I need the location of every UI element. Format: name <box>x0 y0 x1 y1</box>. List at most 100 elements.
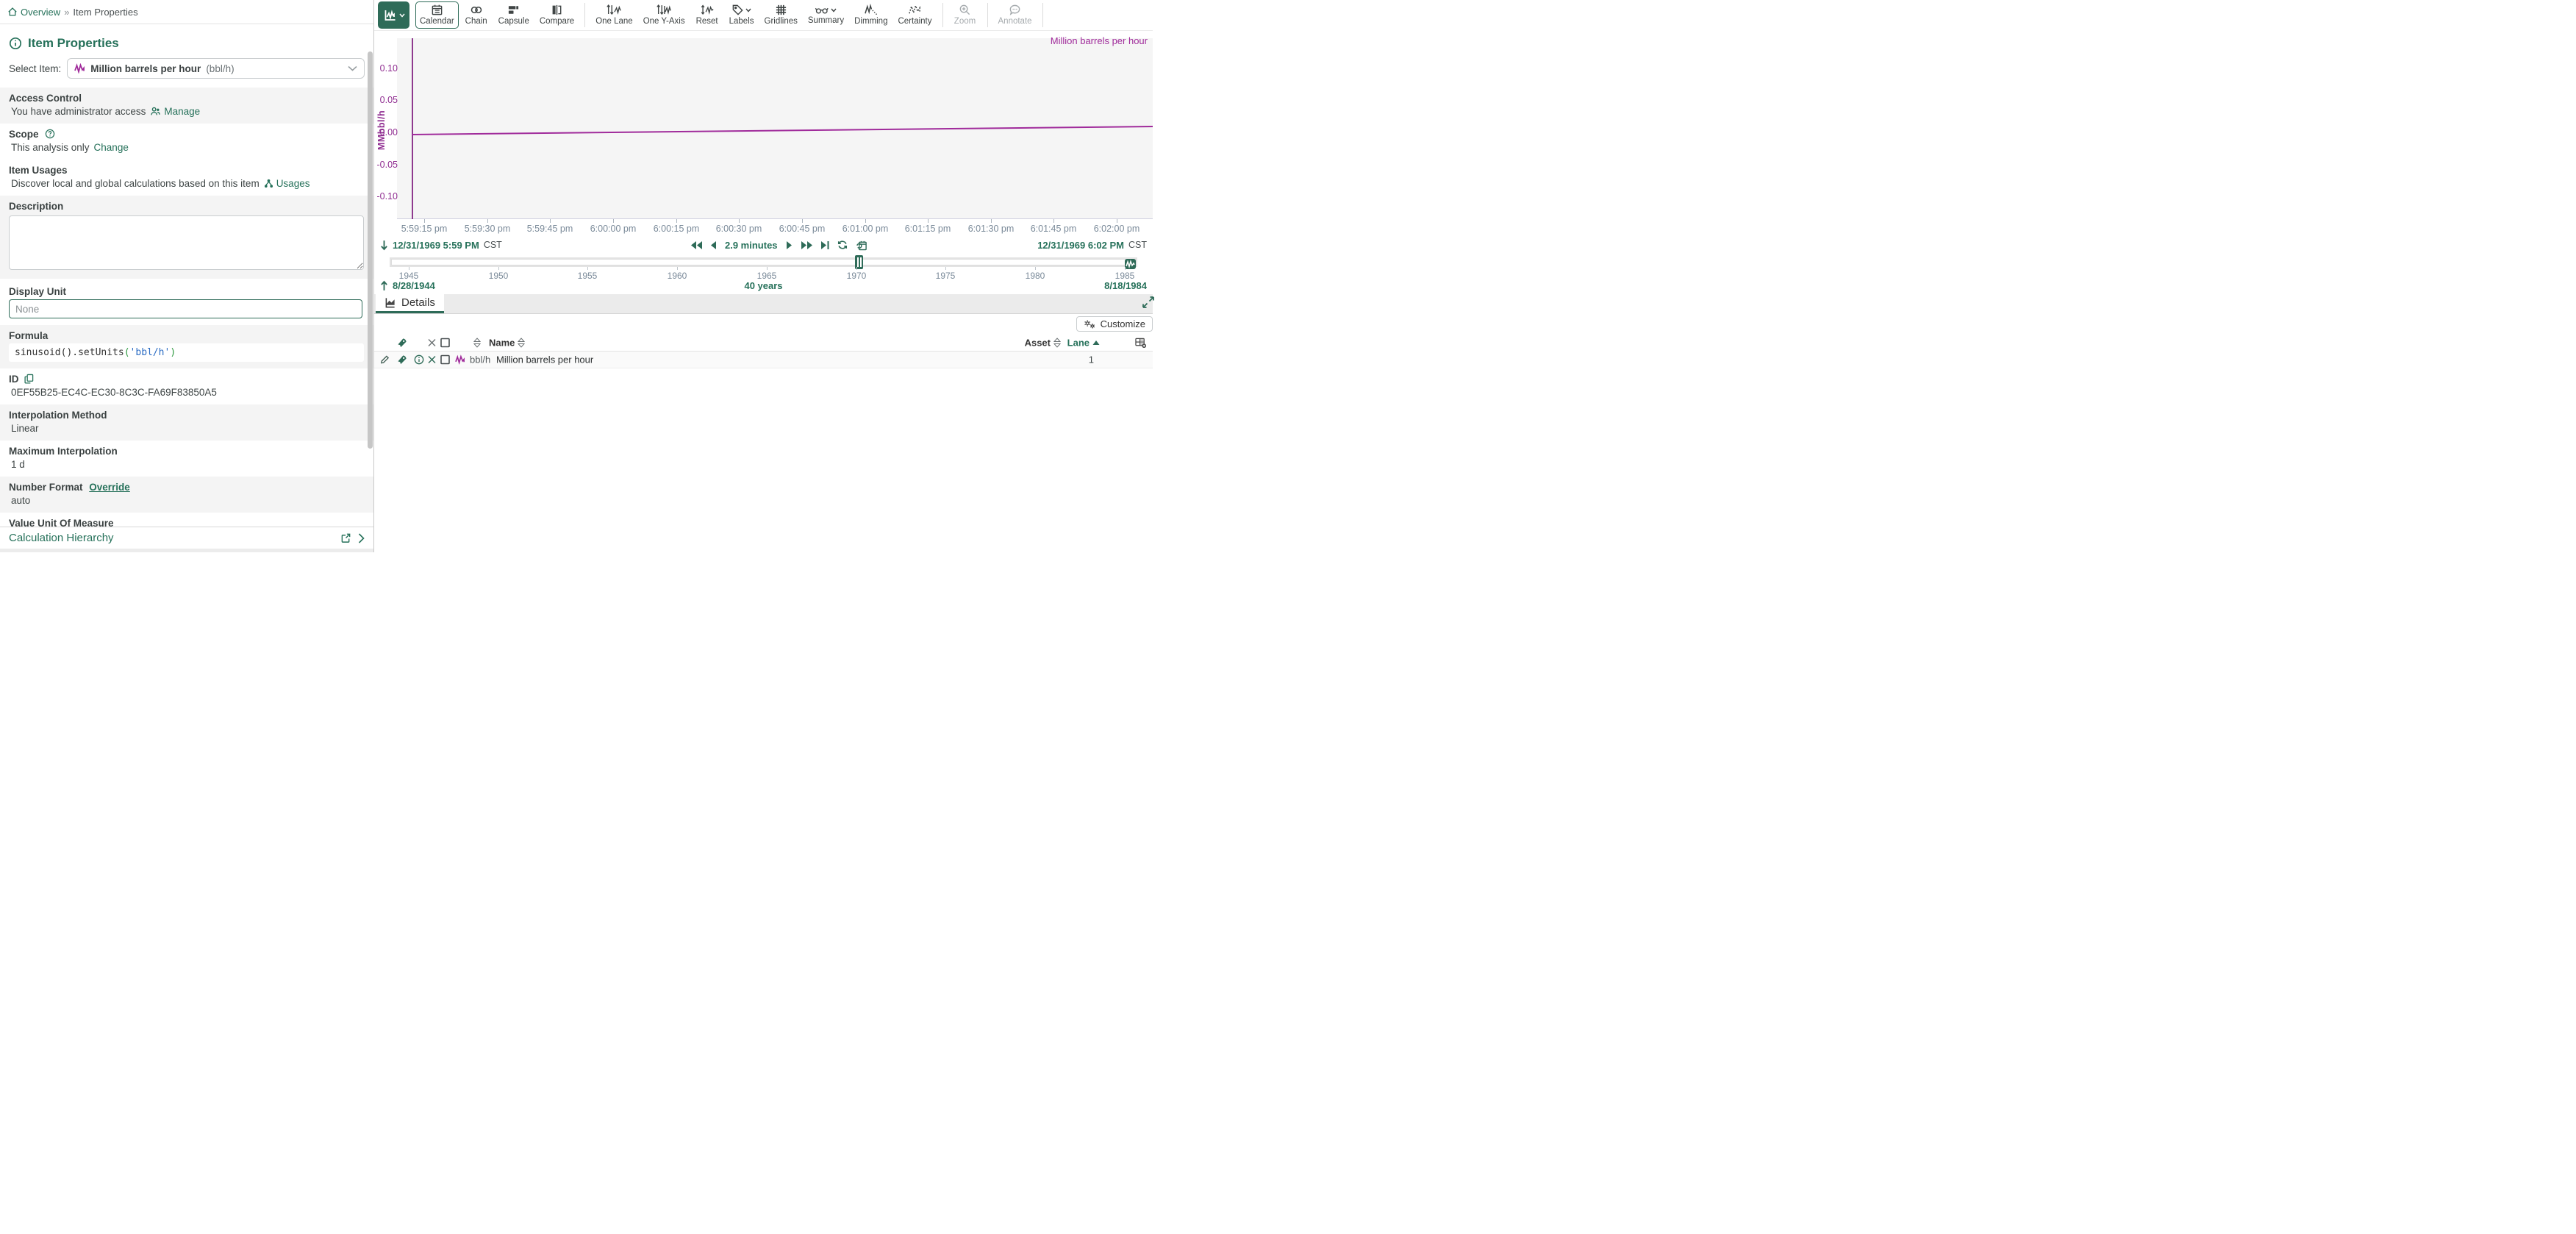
year-tick <box>677 267 678 270</box>
glasses-icon <box>815 5 829 15</box>
step-to-end-icon[interactable] <box>820 240 829 250</box>
timeline-track[interactable] <box>390 257 1137 267</box>
item-name[interactable]: Million barrels per hour <box>496 354 593 365</box>
details-chart-icon <box>384 297 396 308</box>
item-checkbox[interactable] <box>440 355 450 365</box>
timeline-duration[interactable]: 40 years <box>744 280 782 291</box>
x-tick-label: 5:59:15 pm <box>401 224 448 234</box>
number-format-override-link[interactable]: Override <box>89 482 130 493</box>
toolbar-button-labels[interactable]: Labels <box>725 1 759 29</box>
toolbar-button-chain[interactable]: Chain <box>460 1 493 29</box>
formula-code: sinusoid().setUnits('bbl/h') <box>9 343 364 362</box>
toolbar-button-dimming[interactable]: Dimming <box>850 1 892 29</box>
customize-button[interactable]: Customize <box>1076 316 1153 332</box>
toolbar-button-reset[interactable]: Reset <box>691 1 723 29</box>
scope-value: This analysis only <box>11 142 90 153</box>
toolbar-button-calendar[interactable]: Calendar <box>415 1 459 29</box>
customize-label: Customize <box>1101 318 1145 329</box>
description-textarea[interactable] <box>9 215 364 270</box>
details-row-million-barrels[interactable]: bbl/h Million barrels per hour 1 <box>374 352 1153 368</box>
one-y-axis-icon <box>656 4 672 16</box>
toolbar-button-gridlines[interactable]: Gridlines <box>760 1 802 29</box>
display-unit-input[interactable] <box>9 299 362 318</box>
toolbar-button-capsule[interactable]: Capsule <box>494 1 534 29</box>
toolbar-button-certainty[interactable]: Certainty <box>893 1 936 29</box>
step-forward-much-icon[interactable] <box>801 240 812 250</box>
range-duration[interactable]: 2.9 minutes <box>725 240 778 251</box>
panel-title: Item Properties <box>9 36 365 51</box>
edit-item-icon[interactable] <box>380 355 390 365</box>
add-column-icon[interactable] <box>1135 337 1147 348</box>
range-start-date[interactable]: 12/31/1969 5:59 PM <box>393 240 479 251</box>
access-control-section: Access Control You have administrator ac… <box>0 88 373 124</box>
toolbar-label-annotate: Annotate <box>998 17 1032 26</box>
external-link-icon[interactable] <box>340 532 351 543</box>
column-header-name[interactable]: Name <box>489 337 525 348</box>
left-panel-bottom-strip <box>0 549 373 552</box>
toolbar-button-compare[interactable]: Compare <box>535 1 579 29</box>
toolbar-label-dimming: Dimming <box>854 17 887 26</box>
toolbar-button-summary[interactable]: Summary <box>804 1 848 29</box>
select-all-checkbox[interactable] <box>440 338 450 347</box>
column-header-asset[interactable]: Asset <box>1025 337 1061 348</box>
x-tick-mark <box>676 219 677 223</box>
toolbar-button-annotate[interactable]: Annotate <box>994 1 1037 29</box>
info-circle-icon <box>9 37 22 50</box>
remove-item-icon[interactable] <box>428 356 436 364</box>
timeline-selected-range[interactable] <box>391 259 1136 265</box>
zoom-icon <box>959 4 971 16</box>
timeline-end-date[interactable]: 8/18/1984 <box>1104 280 1147 291</box>
trend-chart[interactable]: MMbbl/h Million barrels per hour 0.10 0.… <box>374 31 1153 235</box>
timeline-start-arrow-icon <box>380 280 388 291</box>
compare-icon <box>551 4 563 16</box>
item-info-icon[interactable] <box>414 354 424 365</box>
left-panel-scrollbar[interactable] <box>368 51 373 449</box>
scope-label: Scope <box>9 129 365 140</box>
calculation-hierarchy-row[interactable]: Calculation Hierarchy <box>0 527 373 549</box>
change-scope-link[interactable]: Change <box>94 142 129 153</box>
breadcrumb-overview-link[interactable]: Overview <box>7 7 60 18</box>
year-tick <box>1035 267 1036 270</box>
auto-update-icon[interactable] <box>856 240 867 251</box>
select-item-dropdown[interactable]: Million barrels per hour (bbl/h) <box>67 58 365 79</box>
toolbar-label-certainty: Certainty <box>898 17 931 26</box>
app-window: Overview » Item Properties Item Properti… <box>0 0 1153 552</box>
sort-icon[interactable] <box>473 338 481 347</box>
toolbar-button-one-y-axis[interactable]: One Y-Axis <box>639 1 690 29</box>
interpolation-method-value: Linear <box>11 423 39 434</box>
signal-icon <box>455 355 465 365</box>
expand-panel-icon[interactable] <box>1141 295 1156 310</box>
toolbar-separator <box>1042 3 1043 27</box>
description-label: Description <box>9 201 365 212</box>
toolbar-label-reset: Reset <box>696 17 718 26</box>
step-back-icon[interactable] <box>710 240 717 250</box>
chevron-right-icon[interactable] <box>358 533 365 543</box>
toolbar-label-chain: Chain <box>465 17 487 26</box>
toolbar-button-zoom[interactable]: Zoom <box>949 1 981 29</box>
manage-access-link[interactable]: Manage <box>150 106 200 117</box>
calendar-icon <box>431 4 443 16</box>
toolbar-button-one-lane[interactable]: One Lane <box>591 1 637 29</box>
timeline-start-date[interactable]: 8/28/1944 <box>393 280 435 291</box>
toolbar-label-calendar: Calendar <box>420 17 454 26</box>
rocket-item-icon[interactable] <box>397 354 407 365</box>
x-tick-label: 6:00:45 pm <box>779 224 826 234</box>
toolbar-label-capsule: Capsule <box>498 17 529 26</box>
x-tick-label: 6:01:00 pm <box>842 224 889 234</box>
usages-link[interactable]: Usages <box>264 178 310 189</box>
sort-ascending-icon <box>1092 340 1100 345</box>
help-icon[interactable] <box>45 129 55 139</box>
step-forward-icon[interactable] <box>786 240 793 250</box>
remove-column-icon[interactable] <box>428 338 436 346</box>
step-back-much-icon[interactable] <box>690 240 702 250</box>
column-header-lane[interactable]: Lane <box>1067 337 1100 348</box>
range-end-date[interactable]: 12/31/1969 6:02 PM <box>1037 240 1124 251</box>
copy-icon[interactable] <box>24 374 34 384</box>
view-mode-button[interactable] <box>378 1 409 29</box>
rocket-column-icon[interactable] <box>397 338 407 348</box>
toolbar-label-compare: Compare <box>540 17 574 26</box>
signal-end-icon[interactable] <box>1125 259 1136 269</box>
toolbar-label-one-y-axis: One Y-Axis <box>643 17 685 26</box>
refresh-icon[interactable] <box>837 240 848 250</box>
tab-details[interactable]: Details <box>376 294 444 313</box>
